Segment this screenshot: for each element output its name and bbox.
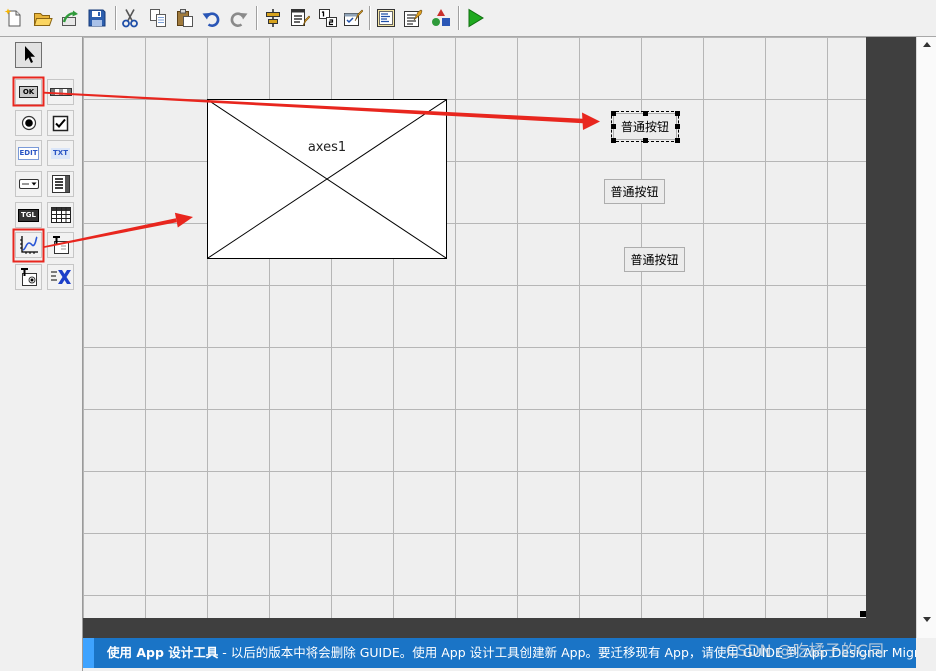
property-inspector-icon[interactable] (403, 8, 423, 28)
figure-frame-right (866, 37, 916, 638)
radio-button-icon (21, 115, 36, 131)
toolbar-separator (458, 6, 460, 30)
scroll-up-arrow-icon[interactable] (923, 42, 931, 47)
static-text-tool[interactable]: TXT (47, 140, 74, 166)
axes-icon (19, 236, 38, 254)
toggle-button-tool[interactable]: TGL (15, 202, 42, 228)
object-browser-icon[interactable] (431, 8, 451, 28)
slider-icon (49, 88, 72, 96)
menu-editor-icon[interactable] (290, 8, 310, 28)
toggle-button-icon: TGL (18, 208, 39, 222)
main-toolbar (0, 0, 936, 37)
figure-resize-handle[interactable] (860, 611, 866, 617)
panel-tool[interactable] (47, 232, 74, 258)
scroll-down-arrow-icon[interactable] (923, 617, 931, 622)
selection-handle[interactable] (643, 111, 648, 116)
toolbar-editor-icon[interactable] (343, 8, 363, 28)
axes-tag-label: axes1 (307, 140, 347, 155)
edit-text-tool[interactable]: EDIT (15, 140, 42, 166)
toolbar-separator (369, 6, 371, 30)
figure-frame-bottom (83, 618, 916, 638)
selection-handle[interactable] (675, 111, 680, 116)
selection-handle[interactable] (611, 124, 616, 129)
push-button[interactable]: 普通按钮 (604, 179, 665, 204)
toolbar-separator (256, 6, 258, 30)
popup-menu-icon (18, 179, 39, 189)
editor-icon[interactable] (376, 8, 396, 28)
component-palette: OK EDIT TXT TGL (0, 37, 83, 671)
listbox-icon (51, 175, 70, 193)
activex-control-tool[interactable] (47, 264, 74, 290)
toolbar-separator (115, 6, 117, 30)
activex-control-icon (50, 270, 71, 284)
axes-tool[interactable] (15, 232, 42, 258)
axes-cross-lines (208, 100, 446, 258)
button-group-icon (20, 268, 37, 286)
button-group-tool[interactable] (15, 264, 42, 290)
vertical-scrollbar[interactable] (916, 37, 936, 638)
radio-button-tool[interactable] (15, 110, 42, 136)
paste-icon[interactable] (175, 8, 195, 28)
copy-icon[interactable] (148, 8, 168, 28)
selection-handle[interactable] (675, 138, 680, 143)
slider-tool[interactable] (47, 79, 74, 105)
table-tool[interactable] (47, 202, 74, 228)
undo-icon[interactable] (201, 8, 221, 28)
selection-handle[interactable] (611, 111, 616, 116)
panel-icon (52, 236, 69, 254)
checkbox-icon (52, 115, 69, 131)
redo-icon[interactable] (229, 8, 249, 28)
push-button-icon: OK (19, 86, 38, 98)
banner-title[interactable]: 使用 App 设计工具 (107, 645, 218, 660)
watermark: CSDN @吃橘子的C同 (726, 641, 884, 660)
tab-order-editor-icon[interactable] (318, 8, 338, 28)
popup-menu-tool[interactable] (15, 171, 42, 197)
open-file-icon[interactable] (33, 8, 53, 28)
table-icon (50, 207, 71, 223)
static-text-icon: TXT (51, 147, 70, 159)
align-objects-icon[interactable] (263, 8, 283, 28)
save-icon[interactable] (87, 8, 107, 28)
select-tool-button[interactable] (15, 42, 42, 68)
axes-placeholder[interactable]: axes1 (207, 99, 447, 259)
arrow-cursor-icon (24, 46, 35, 63)
push-button-tool[interactable]: OK (15, 79, 42, 105)
listbox-tool[interactable] (47, 171, 74, 197)
edit-icon[interactable] (60, 8, 80, 28)
push-button-selected[interactable]: 普通按钮 (611, 111, 679, 142)
run-figure-icon[interactable] (465, 8, 485, 28)
checkbox-tool[interactable] (47, 110, 74, 136)
selection-handle[interactable] (643, 138, 648, 143)
new-figure-icon[interactable] (4, 8, 24, 28)
edit-text-icon: EDIT (17, 146, 40, 160)
push-button[interactable]: 普通按钮 (624, 247, 685, 272)
selection-handle[interactable] (675, 124, 680, 129)
selection-handle[interactable] (611, 138, 616, 143)
cut-icon[interactable] (120, 8, 140, 28)
layout-canvas[interactable]: axes1 普通按钮 普通按钮 普通按钮 (83, 37, 866, 618)
